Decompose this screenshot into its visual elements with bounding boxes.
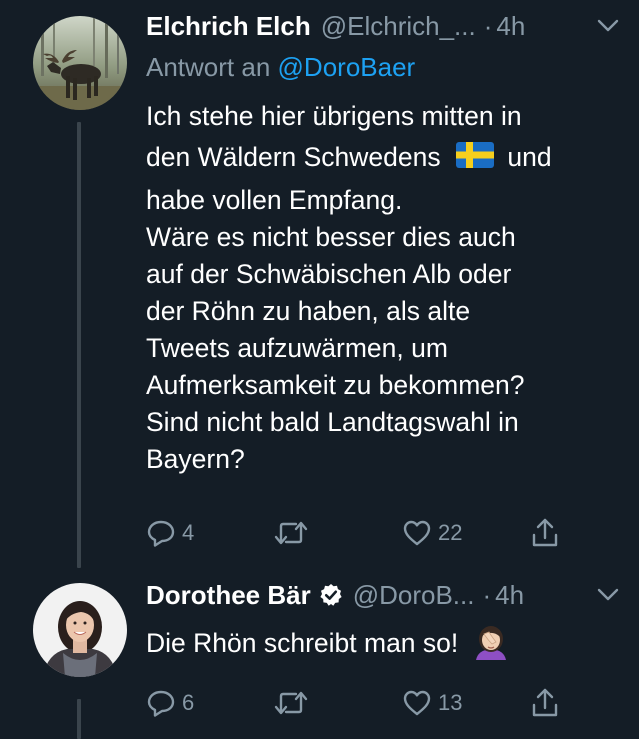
text-line-with-flag: den Wäldern Schwedens und [146,139,616,178]
retweet-button[interactable] [274,686,314,720]
like-count: 22 [438,520,463,545]
reply-count: 4 [182,520,195,545]
heart-icon [403,690,431,716]
thread-line [77,122,81,568]
text-line: Bayern? [146,444,245,474]
text-line: Tweets aufzuwärmen, um [146,333,448,363]
author-handle[interactable]: @DoroB... [353,580,475,611]
separator-dot: · [483,10,493,41]
share-icon [532,518,558,547]
avatar-dorothee[interactable] [33,583,127,677]
reply-context: Antwort an @DoroBaer [146,52,415,83]
text-segment: Die Rhön schreibt man so! [146,628,459,658]
reply-icon [147,690,175,717]
author-handle[interactable]: @Elchrich_... [321,11,476,42]
retweet-button[interactable] [274,516,314,550]
share-icon [532,688,558,717]
timestamp[interactable]: 4h [495,580,524,611]
tweet-text: Ich stehe hier übrigens mitten in den Wä… [146,98,616,478]
reply-icon [147,520,175,547]
action-bar: 6 13 [146,686,586,720]
like-button[interactable]: 22 [402,516,462,550]
tweet-header: Dorothee Bär @DoroB... · 4h [146,578,619,612]
like-button[interactable]: 13 [402,686,462,720]
text-line: auf der Schwäbischen Alb oder [146,259,512,289]
woman-avatar [33,583,127,677]
facepalm-emoji-icon [472,622,510,670]
verified-badge-icon [319,583,343,607]
reply-button[interactable]: 4 [146,516,194,550]
moose-avatar [33,16,127,110]
timestamp[interactable]: 4h [496,11,525,42]
text-segment: den Wäldern Schwedens [146,142,441,172]
tweet-header: Elchrich Elch @Elchrich_... · 4h [146,9,619,43]
text-line: der Röhn zu haben, als alte [146,296,471,326]
separator-dot: · [482,579,492,610]
text-line: Ich stehe hier übrigens mitten in [146,101,522,131]
text-line: Aufmerksamkeit zu bekommen? [146,370,525,400]
chevron-down-icon[interactable] [597,19,619,33]
chevron-down-icon[interactable] [597,588,619,602]
text-segment: und [507,142,552,172]
reply-to-link[interactable]: @DoroBaer [278,52,416,82]
avatar-elchrich[interactable] [33,16,127,110]
heart-icon [403,520,431,546]
share-button[interactable] [530,686,560,720]
action-bar: 4 22 [146,516,586,550]
text-line: Wäre es nicht besser dies auch [146,222,516,252]
author-name[interactable]: Elchrich Elch [146,11,311,42]
thread-line [77,699,81,739]
tweet-text: Die Rhön schreibt man so! [146,622,616,670]
reply-count: 6 [182,690,195,715]
reply-button[interactable]: 6 [146,686,194,720]
sweden-flag-icon [456,141,494,178]
tweet-elchrich[interactable]: Elchrich Elch @Elchrich_... · 4h Antwort… [0,0,639,575]
reply-prefix: Antwort an [146,52,271,82]
retweet-icon [274,691,308,715]
like-count: 13 [438,690,463,715]
retweet-icon [274,521,308,545]
tweet-dorothee[interactable]: Dorothee Bär @DoroB... · 4h Die Rhön sch… [0,575,639,739]
text-line: Sind nicht bald Landtagswahl in [146,407,519,437]
author-name[interactable]: Dorothee Bär [146,580,311,611]
share-button[interactable] [530,516,560,550]
text-line: habe vollen Empfang. [146,185,403,215]
